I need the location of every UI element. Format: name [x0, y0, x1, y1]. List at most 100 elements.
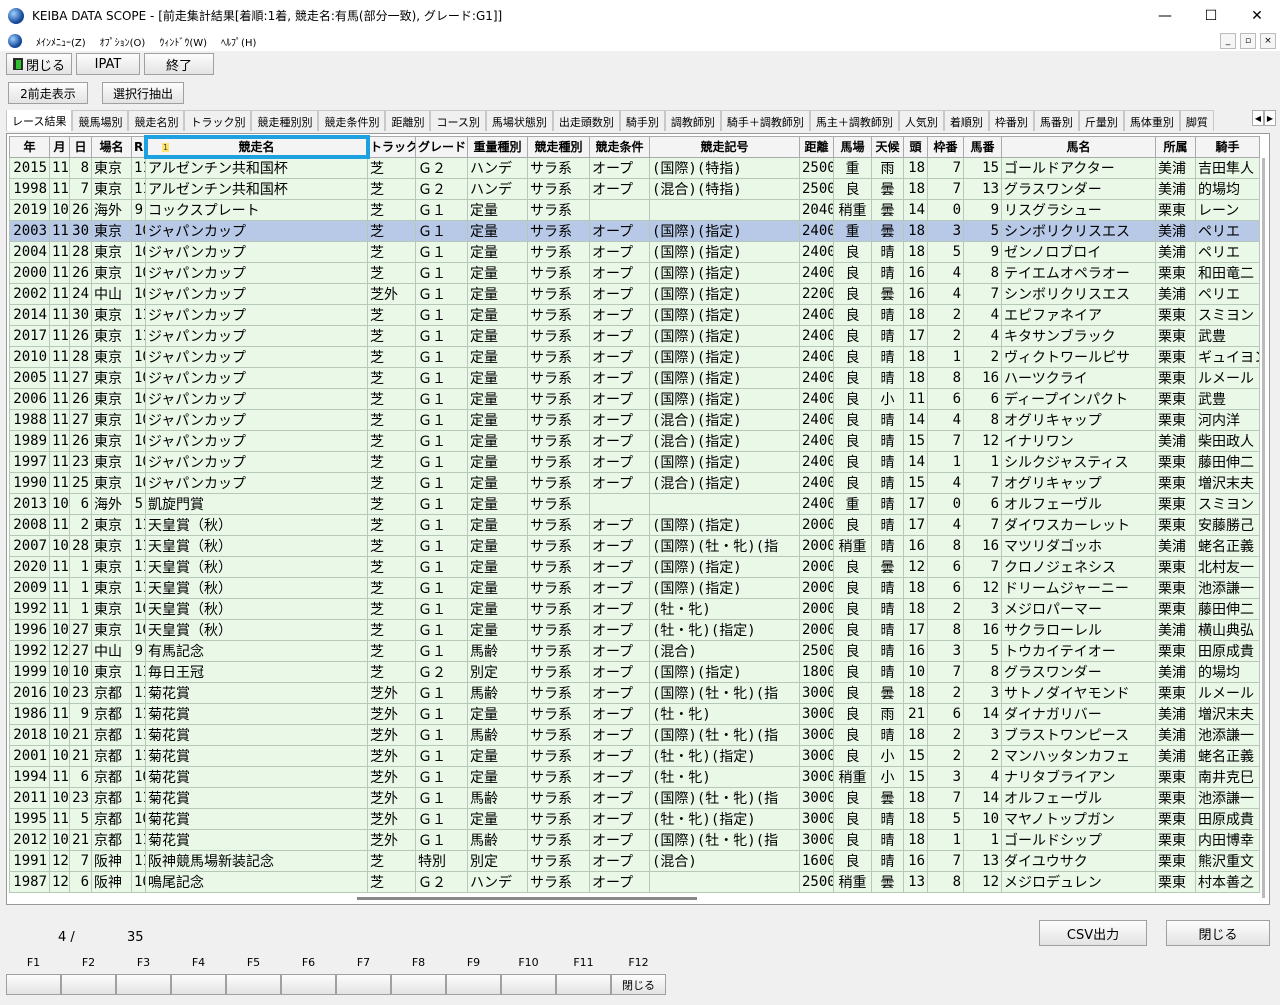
column-header-18[interactable]: 馬名 [1001, 136, 1156, 158]
tab-7[interactable]: コース別 [430, 110, 486, 131]
fkey-button-10[interactable] [501, 974, 556, 995]
menu-main[interactable]: ﾒｲﾝﾒﾆｭｰ(Z) [36, 34, 86, 49]
table-row[interactable]: 20171126東京11ジャパンカップ芝Ｇ１定量サラ系オープ(国際)(指定)24… [9, 324, 1260, 347]
menu-help[interactable]: ﾍﾙﾌﾟ(H) [221, 34, 256, 49]
column-header-13[interactable]: 馬場 [833, 136, 872, 158]
tab-15[interactable]: 着順別 [943, 110, 989, 131]
table-row[interactable]: 19881127東京10ジャパンカップ芝Ｇ１定量サラ系オープ(混合)(指定)24… [9, 408, 1260, 431]
column-header-7[interactable]: グレード [415, 136, 468, 158]
column-header-11[interactable]: 競走記号 [649, 136, 800, 158]
mdi-restore-button[interactable]: ▫ [1240, 33, 1256, 49]
column-header-12[interactable]: 距離 [799, 136, 834, 158]
table-row[interactable]: 20021124中山10ジャパンカップ芝外Ｇ１定量サラ系オープ(国際)(指定)2… [9, 282, 1260, 305]
column-header-16[interactable]: 枠番 [927, 136, 964, 158]
tab-1[interactable]: 競馬場別 [72, 110, 129, 131]
table-row[interactable]: 19991010東京11毎日王冠芝Ｇ２別定サラ系オープ(国際)(指定)1800良… [9, 660, 1260, 683]
results-grid[interactable]: 年月日場名 R 1 競走名 トラック グレード 重量種別 競走種別 競走条件 競走記号 距離 馬場 天候… [6, 133, 1270, 905]
fkey-button-12[interactable]: 閉じる [611, 974, 666, 995]
tab-3[interactable]: トラック別 [184, 110, 252, 131]
table-row[interactable]: 2019 10 26 海外 9 コックスプレート芝 Ｇ１ 定量 サラ系 2040 稍重曇 14 0 9 リス… [9, 198, 1260, 221]
tab-5[interactable]: 競走条件別 [318, 110, 386, 131]
table-row[interactable]: 19971123東京10ジャパンカップ芝Ｇ１定量サラ系オープ(国際)(指定)24… [9, 450, 1260, 473]
menu-options[interactable]: ｵﾌﾟｼｮﾝ(O) [100, 34, 146, 49]
tab-4[interactable]: 競走種別別 [251, 110, 319, 131]
fkey-button-11[interactable] [556, 974, 611, 995]
table-row[interactable]: 20011021京都11菊花賞芝外Ｇ１定量サラ系オープ(牡・牝)(指定)3000… [9, 744, 1260, 767]
column-header-5[interactable]: 1 競走名 [143, 134, 370, 160]
column-header-20[interactable]: 騎手 [1195, 136, 1260, 158]
tab-18[interactable]: 斤量別 [1078, 110, 1124, 131]
table-row[interactable]: 1992 12 27 中山 9 有馬記念芝 Ｇ１ 馬齢 サラ系 オープ (混合) 2500 良晴 16 3 5… [9, 639, 1260, 662]
tab-16[interactable]: 枠番別 [988, 110, 1034, 131]
close-button[interactable]: 閉じる [1166, 920, 1270, 946]
column-header-19[interactable]: 所属 [1155, 136, 1196, 158]
fkey-button-9[interactable] [446, 974, 501, 995]
minimize-button[interactable]: — [1142, 0, 1188, 31]
extract-selected-button[interactable]: 選択行抽出 [102, 82, 184, 104]
csv-export-button[interactable]: CSV出力 [1039, 920, 1147, 946]
table-row[interactable]: 1992111東京10天皇賞（秋）芝Ｇ１定量サラ系オープ(牡・牝)2000良晴1… [9, 597, 1260, 620]
fkey-button-4[interactable] [171, 974, 226, 995]
column-header-4[interactable]: R [131, 136, 146, 158]
fkey-button-8[interactable] [391, 974, 446, 995]
tab-0[interactable]: レース結果 [6, 110, 73, 131]
tab-20[interactable]: 脚質 [1179, 110, 1214, 131]
maximize-button[interactable]: ☐ [1188, 0, 1234, 31]
table-row[interactable]: 20101128東京10ジャパンカップ芝Ｇ１定量サラ系オープ(国際)(指定)24… [9, 345, 1260, 368]
table-row[interactable]: 1998117東京11アルゼンチン共和国杯芝Ｇ２ハンデサラ系オープ(混合)(特指… [9, 177, 1260, 200]
table-row[interactable]: 20161023京都11菊花賞芝外Ｇ１馬齢サラ系オープ(国際)(牡・牝)(指30… [9, 681, 1260, 704]
column-header-17[interactable]: 馬番 [963, 136, 1002, 158]
fkey-button-3[interactable] [116, 974, 171, 995]
exit-button[interactable]: 終了 [144, 53, 214, 75]
table-row[interactable]: 20061126東京10ジャパンカップ芝Ｇ１定量サラ系オープ(国際)(指定)24… [9, 387, 1260, 410]
column-header-10[interactable]: 競走条件 [589, 136, 650, 158]
column-header-1[interactable]: 月 [49, 136, 70, 158]
table-row[interactable]: 2008112東京11天皇賞（秋）芝Ｇ１定量サラ系オープ(国際)(指定)2000… [9, 513, 1260, 536]
mdi-minimize-button[interactable]: _ [1220, 33, 1236, 49]
tab-19[interactable]: 馬体重別 [1123, 110, 1180, 131]
tab-11[interactable]: 調教師別 [664, 110, 721, 131]
mdi-close-button[interactable]: × [1260, 33, 1276, 49]
fkey-button-6[interactable] [281, 974, 336, 995]
prev-race-button[interactable]: 2前走表示 [8, 82, 88, 104]
table-row[interactable]: 1987126阪神10鳴尾記念芝Ｇ２ハンデサラ系オープ2500稍重曇13812メ… [9, 870, 1260, 893]
fkey-button-7[interactable] [336, 974, 391, 995]
fkey-button-2[interactable] [61, 974, 116, 995]
fkey-button-1[interactable] [6, 974, 61, 995]
tab-6[interactable]: 距離別 [385, 110, 431, 131]
tab-14[interactable]: 人気別 [898, 110, 944, 131]
table-row[interactable]: 2013 10 6 海外 5 凱旋門賞芝 Ｇ１ 定量 サラ系 2400 重晴 17 0 6 オルフェーヴル栗… [9, 492, 1260, 515]
vertical-scrollbar[interactable] [1262, 158, 1265, 898]
table-row[interactable]: 19901125東京10ジャパンカップ芝Ｇ１定量サラ系オープ(混合)(指定)24… [9, 471, 1260, 494]
fkey-button-5[interactable] [226, 974, 281, 995]
ipat-button[interactable]: IPAT [76, 53, 140, 75]
close-toolbar-button[interactable]: 閉じる [6, 53, 72, 75]
tab-8[interactable]: 馬場状態別 [485, 110, 553, 131]
table-row[interactable]: 20001126東京10ジャパンカップ芝Ｇ１定量サラ系オープ(国際)(指定)24… [9, 261, 1260, 284]
column-header-2[interactable]: 日 [69, 136, 92, 158]
column-header-0[interactable]: 年 [9, 136, 50, 158]
tab-12[interactable]: 騎手＋調教師別 [720, 110, 810, 131]
close-window-button[interactable]: ✕ [1234, 0, 1280, 31]
table-row[interactable]: 1994116京都10菊花賞芝外Ｇ１定量サラ系オープ(牡・牝)3000稍重小15… [9, 765, 1260, 788]
menu-window[interactable]: ｳｨﾝﾄﾞｳ(W) [159, 34, 207, 49]
table-row[interactable]: 19961027東京10天皇賞（秋）芝Ｇ１定量サラ系オープ(牡・牝)(指定)20… [9, 618, 1260, 641]
table-row[interactable]: 2020111東京11天皇賞（秋）芝Ｇ１定量サラ系オープ(国際)(指定)2000… [9, 555, 1260, 578]
table-row[interactable]: 1995115京都10菊花賞芝外Ｇ１定量サラ系オープ(牡・牝)(指定)3000良… [9, 807, 1260, 830]
table-row[interactable]: 20111023京都11菊花賞芝外Ｇ１馬齢サラ系オープ(国際)(牡・牝)(指30… [9, 786, 1260, 809]
tab-17[interactable]: 馬番別 [1033, 110, 1079, 131]
horizontal-scrollbar[interactable] [357, 897, 697, 900]
table-row[interactable]: 20031130東京10ジャパンカップ芝Ｇ１定量サラ系オープ(国際)(指定)24… [9, 219, 1260, 242]
column-header-9[interactable]: 競走種別 [527, 136, 590, 158]
table-row[interactable]: 20041128東京10ジャパンカップ芝Ｇ１定量サラ系オープ(国際)(指定)24… [9, 240, 1260, 263]
column-header-14[interactable]: 天候 [871, 136, 904, 158]
tab-scroll-left-icon[interactable]: ◀ [1252, 110, 1264, 126]
column-header-6[interactable]: トラック [367, 136, 416, 158]
column-header-15[interactable]: 頭 [903, 136, 928, 158]
table-row[interactable]: 2009111東京11天皇賞（秋）芝Ｇ１定量サラ系オープ(国際)(指定)2000… [9, 576, 1260, 599]
table-row[interactable]: 20071028東京11天皇賞（秋）芝Ｇ１定量サラ系オープ(国際)(牡・牝)(指… [9, 534, 1260, 557]
tab-9[interactable]: 出走頭数別 [552, 110, 620, 131]
tab-2[interactable]: 競走名別 [128, 110, 185, 131]
column-header-8[interactable]: 重量種別 [467, 136, 528, 158]
table-row[interactable]: 19891126東京10ジャパンカップ芝Ｇ１定量サラ系オープ(混合)(指定)24… [9, 429, 1260, 452]
